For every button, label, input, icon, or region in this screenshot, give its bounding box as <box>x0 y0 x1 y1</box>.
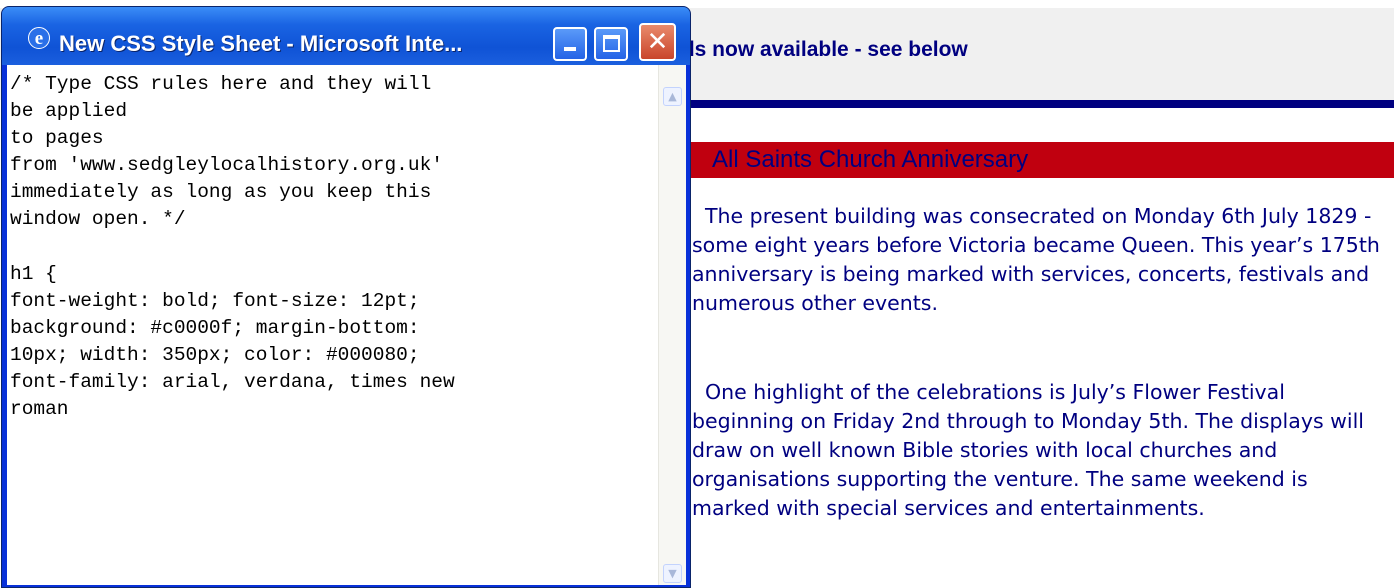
window-title: New CSS Style Sheet - Microsoft Inte... <box>59 31 463 56</box>
details-banner-text: ils now available - see below <box>683 38 968 61</box>
css-editor-window[interactable]: e New CSS Style Sheet - Microsoft Inte..… <box>1 6 691 588</box>
minimize-button[interactable] <box>553 27 587 61</box>
header-divider <box>683 100 1394 108</box>
paragraph-consecration: The present building was consecrated on … <box>692 204 1380 315</box>
paragraph-flower-festival: One highlight of the celebrations is Jul… <box>692 380 1364 520</box>
vertical-scrollbar[interactable]: ▲ ▼ <box>658 65 686 585</box>
close-icon: ✕ <box>646 27 669 57</box>
maximize-icon <box>603 35 620 52</box>
section-heading: All Saints Church Anniversary <box>690 142 1394 178</box>
minimize-icon <box>564 47 576 51</box>
css-editor[interactable]: /* Type CSS rules here and they will be … <box>7 65 686 585</box>
css-editor-text[interactable]: /* Type CSS rules here and they will be … <box>10 71 650 423</box>
close-button[interactable]: ✕ <box>639 23 676 61</box>
maximize-button[interactable] <box>594 27 628 61</box>
scroll-up-arrow-icon[interactable]: ▲ <box>663 87 682 106</box>
window-titlebar[interactable]: e New CSS Style Sheet - Microsoft Inte..… <box>2 7 690 65</box>
scroll-down-arrow-icon[interactable]: ▼ <box>663 564 682 583</box>
ie-logo-icon: e <box>28 27 50 49</box>
